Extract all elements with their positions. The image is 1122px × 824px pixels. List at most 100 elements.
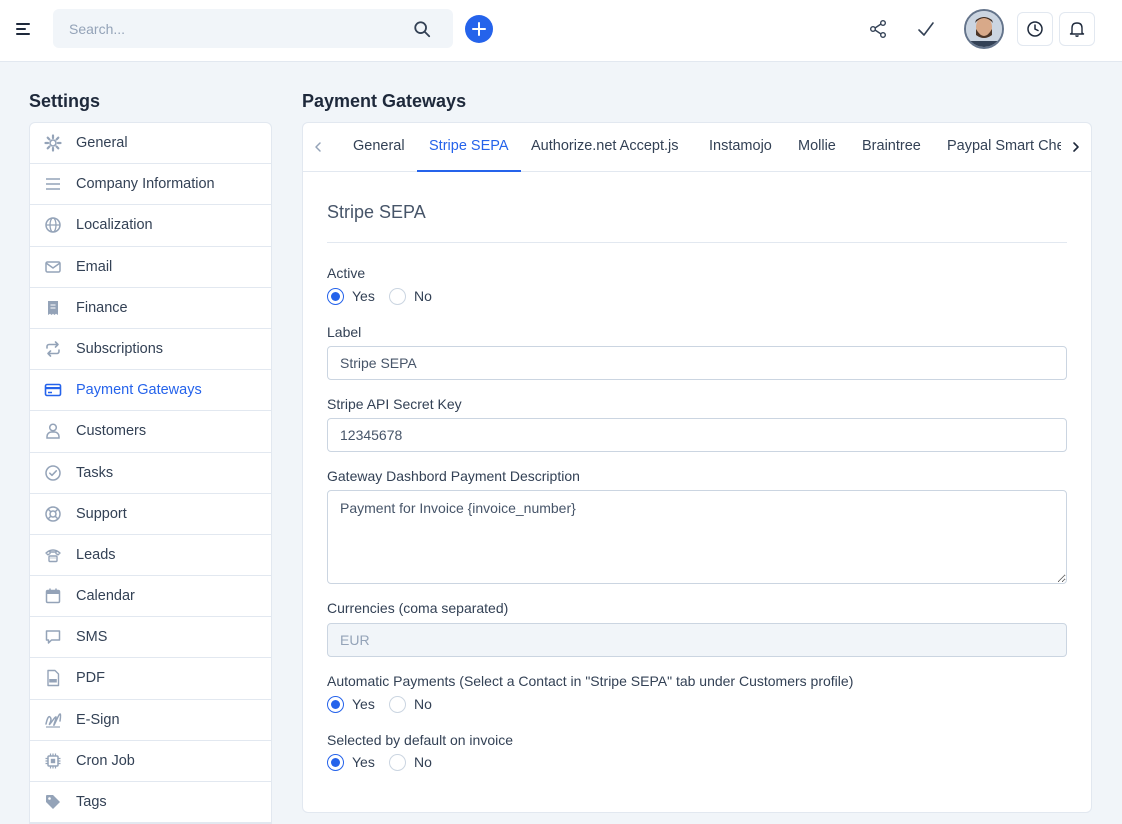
bell-icon	[1069, 22, 1085, 37]
sidebar-item-label: Cron Job	[76, 752, 135, 769]
sidebar-item[interactable]: Customers	[30, 411, 271, 453]
sidebar-item[interactable]: E-Sign	[30, 700, 271, 741]
chevron-right-icon[interactable]	[1069, 138, 1083, 156]
tab[interactable]: Authorize.net Accept.js	[531, 123, 679, 172]
sidebar-item[interactable]: SMS	[30, 617, 271, 659]
active-yes-radio[interactable]	[327, 288, 344, 305]
plus-icon	[472, 22, 486, 36]
description-label: Gateway Dashbord Payment Description	[327, 468, 580, 484]
sidebar-item-label: General	[76, 135, 128, 151]
sidebar-item[interactable]: Email	[30, 247, 271, 288]
tab[interactable]: Paypal Smart Checkout	[947, 123, 1061, 172]
default-on-invoice-yes-radio[interactable]	[327, 754, 344, 771]
check-circle-icon	[45, 464, 61, 481]
sidebar-item[interactable]: Company Information	[30, 164, 271, 206]
divider	[327, 242, 1067, 243]
clock-button[interactable]	[1017, 12, 1053, 46]
automatic-payments-label: Automatic Payments (Select a Contact in …	[327, 673, 854, 689]
automatic-payments-yes-radio[interactable]	[327, 696, 344, 713]
description-textarea[interactable]: Payment for Invoice {invoice_number}	[327, 490, 1067, 584]
search-input[interactable]	[53, 9, 413, 48]
add-new-button[interactable]	[465, 15, 493, 43]
chevron-left-icon[interactable]	[311, 138, 325, 156]
default-on-invoice-no-radio[interactable]	[389, 754, 406, 771]
sidebar-item[interactable]: General	[30, 123, 271, 165]
share-icon[interactable]	[868, 19, 888, 39]
pdf-file-icon	[47, 670, 60, 687]
credit-card-icon	[44, 383, 62, 397]
automatic-payments-yes-label[interactable]: Yes	[352, 696, 375, 713]
tag-icon	[46, 795, 60, 809]
sidebar-item[interactable]: Calendar	[30, 576, 271, 618]
secret-key-input[interactable]	[327, 418, 1067, 452]
sidebar-item-label: Email	[76, 258, 113, 275]
active-no-label[interactable]: No	[414, 288, 432, 305]
avatar[interactable]	[964, 9, 1004, 49]
check-icon[interactable]	[916, 19, 936, 39]
gateway-card: General Stripe SEPA Authorize.net Accept.j…	[302, 122, 1092, 813]
sidebar-item[interactable]: Localization	[30, 205, 271, 247]
secret-key-label: Stripe API Secret Key	[327, 396, 462, 412]
search-box	[53, 9, 453, 48]
sidebar-item-label: E-Sign	[76, 711, 120, 728]
automatic-payments-no-radio[interactable]	[389, 696, 406, 713]
sidebar-item-label: Localization	[76, 217, 153, 234]
sidebar-item-label: Payment Gateways	[76, 382, 202, 399]
globe-icon	[45, 217, 61, 234]
sidebar-item[interactable]: PDF	[30, 658, 271, 700]
default-on-invoice-yes-label[interactable]: Yes	[352, 754, 375, 771]
sidebar-item-label: Tasks	[76, 464, 114, 481]
tab[interactable]: Instamojo	[709, 123, 772, 172]
tab[interactable]: Stripe SEPA	[417, 123, 521, 172]
label-field-label: Label	[327, 324, 362, 340]
tabs-bar: General Stripe SEPA Authorize.net Accept.j…	[303, 123, 1091, 172]
top-bar	[0, 0, 1122, 62]
sidebar-item-label: Customers	[76, 423, 147, 440]
sidebar-item[interactable]: Tasks	[30, 453, 271, 494]
currencies-label: Currencies (coma separated)	[327, 600, 509, 616]
lifebuoy-icon	[45, 505, 61, 522]
sidebar-item[interactable]: Support	[30, 494, 271, 535]
page-title: Payment Gateways	[302, 91, 467, 111]
tab[interactable]: General	[353, 123, 405, 172]
sidebar-item-label: Subscriptions	[76, 340, 164, 357]
gear-icon	[44, 134, 62, 152]
active-yes-label[interactable]: Yes	[352, 288, 375, 305]
receipt-icon	[48, 300, 58, 315]
currencies-input	[327, 623, 1067, 657]
label-input[interactable]	[327, 346, 1067, 380]
form-title: Stripe SEPA	[327, 202, 426, 222]
default-on-invoice-no-label[interactable]: No	[414, 754, 432, 771]
tab[interactable]: Braintree	[862, 123, 921, 172]
phone-icon	[45, 549, 61, 563]
calendar-icon	[45, 588, 61, 604]
sidebar-item-label: PDF	[76, 670, 105, 687]
menu-icon[interactable]	[16, 23, 32, 37]
settings-title: Settings	[29, 91, 101, 111]
user-icon	[46, 423, 60, 440]
settings-menu: General Company Information Localization Em…	[29, 122, 272, 824]
envelope-icon	[45, 260, 61, 273]
sidebar-item[interactable]: Tags	[30, 782, 271, 823]
sidebar-item[interactable]: Cron Job	[30, 741, 271, 782]
repeat-icon	[46, 341, 60, 357]
tabs-viewport: General Stripe SEPA Authorize.net Accept.j…	[339, 123, 1061, 172]
active-no-radio[interactable]	[389, 288, 406, 305]
signature-icon	[45, 712, 62, 728]
sidebar-item-label: SMS	[76, 629, 108, 646]
tab[interactable]: Mollie	[798, 123, 836, 172]
sidebar-item-label: Company Information	[76, 176, 215, 193]
notifications-button[interactable]	[1059, 12, 1095, 46]
sidebar-item-label: Support	[76, 505, 127, 522]
search-icon[interactable]	[413, 20, 431, 38]
sidebar-item[interactable]: Subscriptions	[30, 329, 271, 371]
sidebar-item[interactable]: Leads	[30, 535, 271, 577]
automatic-payments-no-label[interactable]: No	[414, 696, 432, 713]
chat-icon	[45, 630, 61, 644]
active-label: Active	[327, 265, 366, 281]
sidebar-item-label: Tags	[76, 794, 107, 810]
sidebar-item[interactable]: Payment Gateways	[30, 370, 271, 412]
sidebar-item-label: Calendar	[76, 588, 135, 605]
sidebar-item-label: Leads	[76, 546, 116, 563]
sidebar-item[interactable]: Finance	[30, 288, 271, 329]
